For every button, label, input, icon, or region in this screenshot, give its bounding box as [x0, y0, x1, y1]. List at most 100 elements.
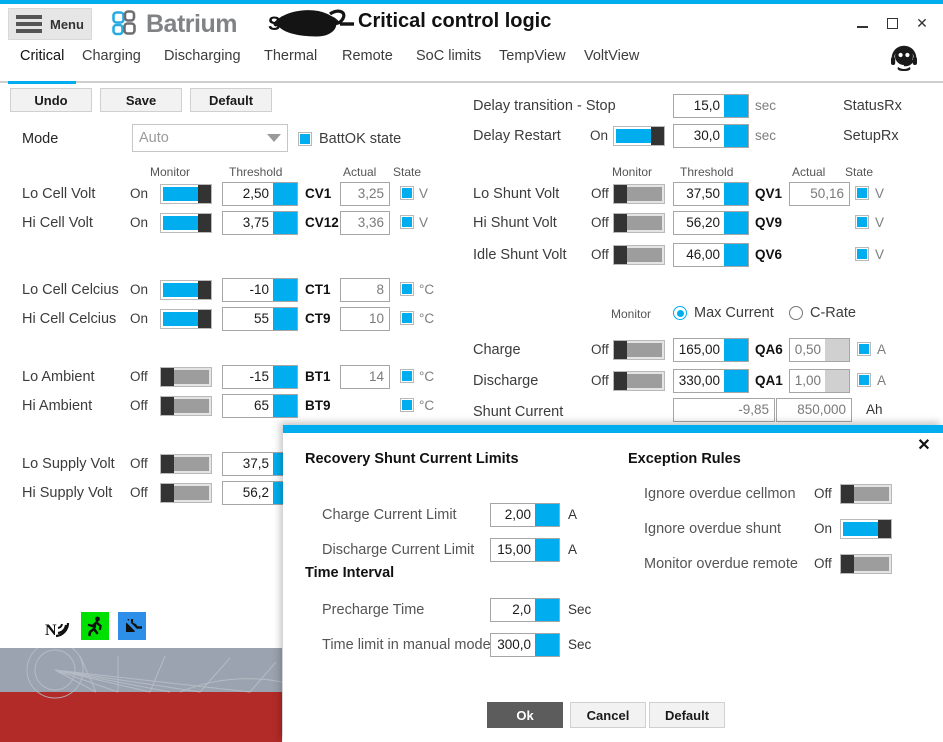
- threshold-value: 3,75: [242, 215, 269, 230]
- stepper-icon[interactable]: [273, 366, 297, 388]
- threshold-input[interactable]: -15: [222, 365, 298, 389]
- stepper-icon[interactable]: [724, 339, 748, 361]
- stepper-icon[interactable]: [273, 395, 297, 417]
- delay-restart-input[interactable]: 30,0: [673, 124, 749, 148]
- toggle-track: [627, 372, 664, 390]
- current-monitor-label: Monitor: [611, 307, 652, 321]
- monitor-toggle[interactable]: [160, 483, 212, 503]
- row-label: Lo Ambient: [22, 369, 95, 385]
- stepper-icon[interactable]: [273, 308, 297, 330]
- running-man-icon[interactable]: [81, 612, 109, 640]
- tab-charging[interactable]: Charging: [80, 48, 143, 82]
- toggle-track: [161, 185, 198, 203]
- monitor-state-label: Off: [130, 485, 148, 500]
- cancel-button[interactable]: Cancel: [570, 702, 646, 728]
- capacity-value: 850,000: [776, 398, 852, 422]
- radio-icon: [789, 306, 803, 320]
- channel-chip: QV9: [755, 215, 783, 230]
- radio-c-rate[interactable]: C-Rate: [789, 305, 856, 321]
- channel-chip: CT1: [305, 282, 331, 297]
- precharge-time-input[interactable]: 2,0: [490, 598, 560, 622]
- max-current-input[interactable]: 330,00: [673, 369, 749, 393]
- stepper-icon[interactable]: [724, 183, 748, 205]
- undo-button[interactable]: Undo: [10, 88, 92, 112]
- support-agent-icon[interactable]: [887, 42, 921, 76]
- c-rate-input[interactable]: 1,00: [789, 369, 850, 393]
- monitor-toggle[interactable]: [613, 371, 665, 391]
- monitor-toggle[interactable]: [160, 280, 212, 300]
- tab-voltview[interactable]: VoltView: [582, 48, 641, 82]
- discharge-current-limit-input[interactable]: 15,00: [490, 538, 560, 562]
- threshold-input[interactable]: 56,20: [673, 211, 749, 235]
- stepper-icon[interactable]: [535, 504, 559, 526]
- max-current-input[interactable]: 165,00: [673, 338, 749, 362]
- monitor-toggle[interactable]: [160, 184, 212, 204]
- stepper-icon[interactable]: [825, 339, 849, 361]
- threshold-input[interactable]: 2,50: [222, 182, 298, 206]
- stepper-icon[interactable]: [724, 125, 748, 147]
- monitor-toggle[interactable]: [613, 213, 665, 233]
- delay-restart-toggle[interactable]: [613, 126, 665, 146]
- network-signal-icon[interactable]: N: [44, 612, 72, 640]
- threshold-input[interactable]: -10: [222, 278, 298, 302]
- delay-stop-input[interactable]: 15,0: [673, 94, 749, 118]
- c-rate-input[interactable]: 0,50: [789, 338, 850, 362]
- ok-button[interactable]: Ok: [487, 702, 563, 728]
- toggle-knob: [198, 214, 211, 232]
- stepper-icon[interactable]: [535, 539, 559, 561]
- maximize-button[interactable]: [877, 10, 907, 36]
- threshold-input[interactable]: 3,75: [222, 211, 298, 235]
- monitor-toggle[interactable]: [613, 340, 665, 360]
- monitor-toggle[interactable]: [613, 184, 665, 204]
- tab-thermal[interactable]: Thermal: [262, 48, 319, 82]
- discharge-current-limit-label: Discharge Current Limit: [322, 542, 475, 558]
- monitor-toggle[interactable]: [160, 454, 212, 474]
- monitor-toggle[interactable]: [613, 245, 665, 265]
- tab-remote[interactable]: Remote: [340, 48, 395, 82]
- stepper-icon[interactable]: [273, 279, 297, 301]
- stepper-icon[interactable]: [724, 212, 748, 234]
- threshold-input[interactable]: 65: [222, 394, 298, 418]
- monitor-toggle[interactable]: [840, 519, 892, 539]
- charge-current-limit-input[interactable]: 2,00: [490, 503, 560, 527]
- close-button[interactable]: ✕: [907, 10, 937, 36]
- default-button[interactable]: Default: [190, 88, 272, 112]
- menu-button[interactable]: Menu: [8, 8, 92, 40]
- stepper-icon[interactable]: [724, 370, 748, 392]
- threshold-input[interactable]: 55: [222, 307, 298, 331]
- radio-max-current[interactable]: Max Current: [673, 305, 774, 321]
- minimize-button[interactable]: [847, 10, 877, 36]
- threshold-input[interactable]: 37,50: [673, 182, 749, 206]
- toggle-track: [627, 246, 664, 264]
- manual-mode-time-limit-input[interactable]: 300,0: [490, 633, 560, 657]
- stepper-icon[interactable]: [724, 244, 748, 266]
- stepper-icon[interactable]: [273, 183, 297, 205]
- mode-dropdown[interactable]: Auto: [132, 124, 288, 152]
- monitor-toggle[interactable]: [160, 309, 212, 329]
- dialog-default-button[interactable]: Default: [649, 702, 725, 728]
- monitor-toggle[interactable]: [840, 484, 892, 504]
- monitor-toggle[interactable]: [840, 554, 892, 574]
- tab-discharging[interactable]: Discharging: [162, 48, 243, 82]
- stepper-icon[interactable]: [724, 95, 748, 117]
- stepper-icon[interactable]: [825, 370, 849, 392]
- stepper-icon[interactable]: [273, 212, 297, 234]
- power-plug-icon[interactable]: [118, 612, 146, 640]
- monitor-toggle[interactable]: [160, 367, 212, 387]
- dialog-close-icon[interactable]: ✕: [915, 436, 933, 454]
- stepper-icon[interactable]: [535, 634, 559, 656]
- threshold-value: 56,20: [686, 215, 720, 230]
- statusrx-label: StatusRx: [843, 98, 902, 114]
- tab-critical[interactable]: Critical: [8, 48, 77, 84]
- monitor-toggle[interactable]: [160, 396, 212, 416]
- state-indicator: [400, 369, 414, 383]
- stepper-icon[interactable]: [535, 599, 559, 621]
- state-indicator: [400, 311, 414, 325]
- battok-state-checkbox[interactable]: BattOK state: [298, 131, 401, 147]
- toggle-track: [614, 127, 651, 145]
- threshold-input[interactable]: 46,00: [673, 243, 749, 267]
- save-button[interactable]: Save: [100, 88, 182, 112]
- tab-soc-limits[interactable]: SoC limits: [414, 48, 483, 82]
- monitor-toggle[interactable]: [160, 213, 212, 233]
- tab-tempview[interactable]: TempView: [497, 48, 568, 82]
